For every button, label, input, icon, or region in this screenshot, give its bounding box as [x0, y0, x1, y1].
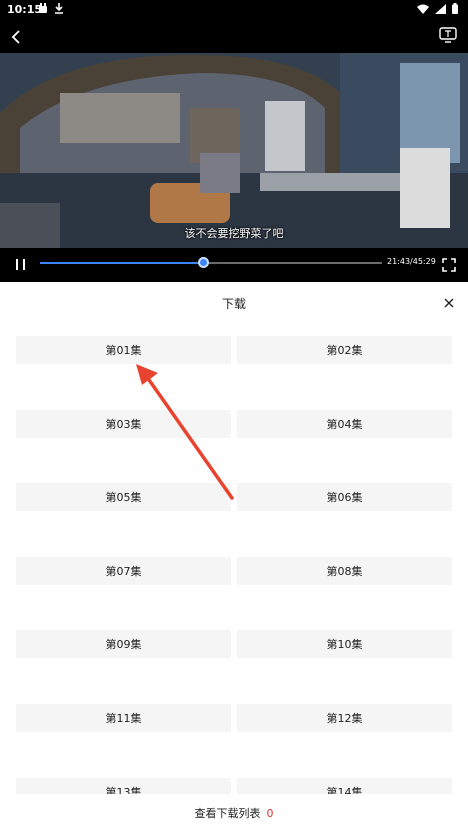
episode-button[interactable]: 第05集 — [16, 483, 231, 512]
panel-title: 下载 — [221, 297, 246, 311]
episode-button[interactable]: 第03集 — [16, 409, 231, 438]
pause-icon — [15, 258, 18, 270]
wifi-icon — [417, 4, 429, 14]
status-bar: 10:15 — [0, 0, 468, 20]
episode-button[interactable]: 第04集 — [237, 409, 452, 438]
status-right-icons — [417, 3, 458, 14]
player-controls: 21:43/45:29 — [0, 248, 468, 282]
status-time: 10:15 — [7, 3, 43, 16]
pause-button[interactable] — [12, 256, 28, 272]
back-button[interactable] — [6, 26, 26, 48]
player-top-bar — [0, 20, 468, 53]
tv-icon — [439, 27, 457, 43]
time-display: 21:43/45:29 — [387, 257, 436, 266]
progress-fill — [40, 262, 204, 264]
video-subtitle: 该不会要挖野菜了吧 — [184, 227, 284, 240]
download-panel: 下载 第01集 第02集 第03集 第04集 第05集 第06集 第07集 第08集 第09集第… — [0, 282, 468, 832]
download-notification-icon — [55, 3, 63, 14]
download-count: 0 — [266, 806, 274, 820]
fullscreen-icon — [442, 258, 456, 272]
close-button[interactable] — [442, 295, 456, 309]
cast-tv-button[interactable] — [437, 26, 459, 44]
download-list-label: 查看下载列表 — [194, 807, 261, 820]
episode-button[interactable]: 第09集 — [16, 630, 231, 659]
close-icon — [444, 298, 454, 308]
fullscreen-button[interactable] — [442, 257, 456, 272]
app-root: 10:15 该不会要挖野菜了吧 21:43/45:29 下载 第01集 第02集… — [0, 0, 468, 832]
video-scene — [0, 53, 468, 248]
episode-button[interactable]: 第01集 — [16, 336, 231, 364]
video-frame[interactable]: 该不会要挖野菜了吧 — [0, 53, 468, 248]
download-list-footer[interactable]: 查看下载列表 0 — [0, 794, 468, 832]
pause-icon-bar — [22, 258, 25, 270]
signal-icon — [435, 3, 446, 14]
episode-button[interactable]: 第11集 — [16, 704, 231, 732]
episode-button[interactable]: 第12集 — [237, 704, 452, 732]
episode-grid: 第01集 第02集第03集 第04集第05集 第06集第07集 第08集第09集 第10集… — [16, 336, 452, 796]
battery-icon — [452, 3, 458, 14]
progress-slider[interactable] — [40, 257, 382, 268]
progress-thumb[interactable] — [198, 257, 210, 268]
episode-button[interactable]: 第02集 — [237, 336, 452, 364]
back-icon — [11, 30, 20, 44]
episode-button[interactable]: 第07集 — [16, 556, 231, 585]
app-notification-icon — [39, 3, 47, 13]
status-left-icons — [38, 3, 64, 14]
episode-button[interactable]: 第10集 — [237, 630, 452, 659]
episode-button[interactable]: 第08集 — [237, 556, 452, 585]
episode-button[interactable]: 第06集 — [237, 483, 452, 512]
